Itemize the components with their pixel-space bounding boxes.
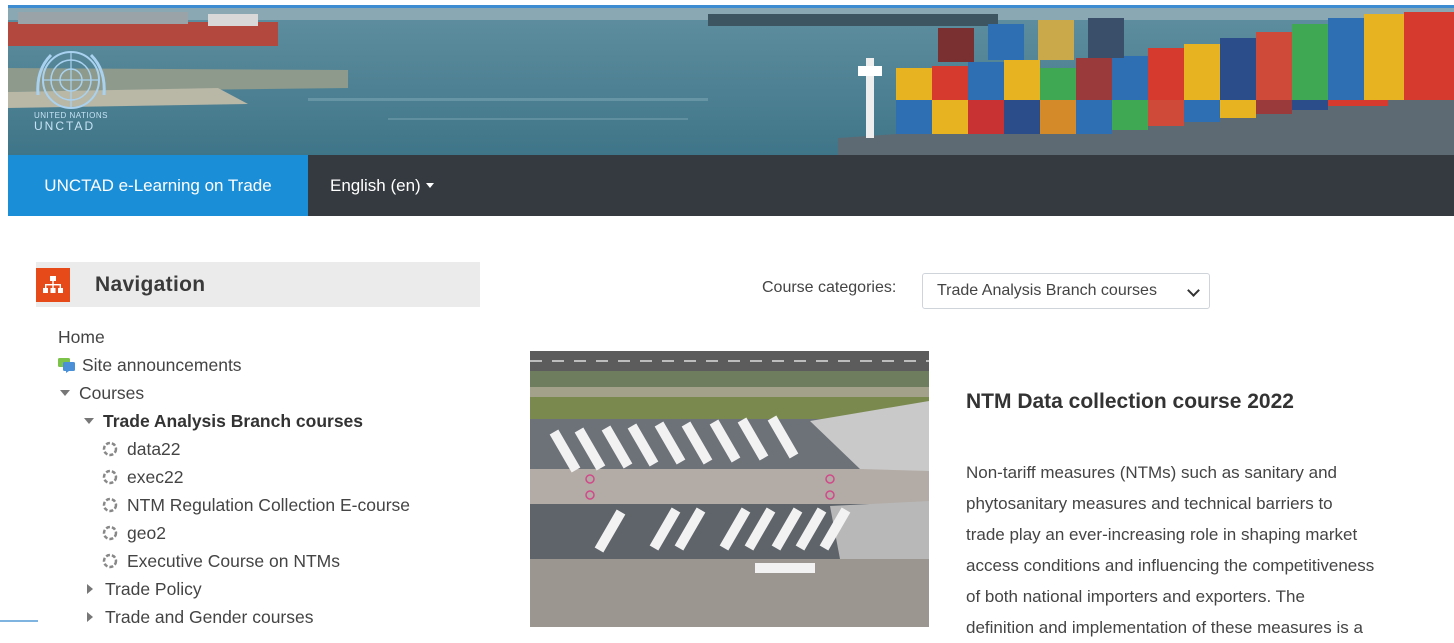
nav-home-link[interactable]: Home xyxy=(58,325,105,349)
logo-line-2: UNCTAD xyxy=(34,119,96,133)
language-menu[interactable]: English (en) xyxy=(330,155,434,216)
header-banner xyxy=(8,8,1454,155)
caret-down-icon xyxy=(425,183,434,188)
course-item-label: geo2 xyxy=(127,522,166,543)
language-label: English (en) xyxy=(330,175,421,195)
nav-course-item[interactable]: exec22 xyxy=(102,465,183,489)
nav-category-trade-analysis[interactable]: Trade Analysis Branch courses xyxy=(84,409,363,433)
course-icon xyxy=(102,525,118,541)
site-brand-link[interactable]: UNCTAD e-Learning on Trade xyxy=(8,155,308,216)
sitemap-icon xyxy=(36,267,70,302)
course-categories-select[interactable]: Trade Analysis Branch courses xyxy=(922,273,1210,309)
expanded-arrow-icon xyxy=(84,418,94,424)
page-edge-accent xyxy=(0,620,38,622)
course-description-line: definition and implementation of these m… xyxy=(966,618,1363,637)
navigation-title: Navigation xyxy=(95,272,206,296)
chevron-down-icon xyxy=(1187,284,1200,297)
nav-category-trade-gender[interactable]: Trade and Gender courses xyxy=(87,605,314,629)
nav-site-announcements[interactable]: Site announcements xyxy=(58,353,242,377)
courses-label: Courses xyxy=(79,382,145,403)
course-item-label: exec22 xyxy=(127,466,184,487)
nav-category-trade-policy[interactable]: Trade Policy xyxy=(87,577,202,601)
course-icon xyxy=(102,553,118,569)
top-strip xyxy=(0,0,1454,8)
course-description-line: Non-tariff measures (NTMs) such as sanit… xyxy=(966,463,1337,482)
course-description-line: access conditions and influencing the co… xyxy=(966,556,1375,575)
course-description-line: phytosanitary measures and technical bar… xyxy=(966,494,1333,513)
navigation-block-header: Navigation xyxy=(36,262,480,307)
course-icon xyxy=(102,469,118,485)
nav-course-item[interactable]: geo2 xyxy=(102,521,166,545)
brand-label: UNCTAD e-Learning on Trade xyxy=(44,175,272,195)
un-logo-text: UNITED NATIONS UNCTAD xyxy=(34,111,108,133)
selected-category: Trade Analysis Branch courses xyxy=(937,282,1157,299)
collapsed-arrow-icon xyxy=(87,584,93,594)
course-title-link[interactable]: NTM Data collection course 2022 xyxy=(966,390,1294,414)
course-item-label: NTM Regulation Collection E-course xyxy=(127,494,411,515)
nav-course-item[interactable]: Executive Course on NTMs xyxy=(102,549,340,573)
course-item-label: data22 xyxy=(127,438,181,459)
nav-courses[interactable]: Courses xyxy=(60,381,144,405)
course-icon xyxy=(102,497,118,513)
nav-course-item[interactable]: data22 xyxy=(102,437,181,461)
collapsed-arrow-icon xyxy=(87,612,93,622)
course-description-line: of both national importers and exporters… xyxy=(966,587,1305,606)
course-image[interactable] xyxy=(530,351,929,627)
course-categories-label: Course categories: xyxy=(762,279,897,296)
category-label: Trade Policy xyxy=(105,578,202,599)
forum-icon xyxy=(58,358,75,373)
site-announcements-label: Site announcements xyxy=(82,354,242,375)
top-navbar: UNCTAD e-Learning on Trade English (en) xyxy=(8,155,1454,216)
course-item-label: Executive Course on NTMs xyxy=(127,550,340,571)
nav-course-item[interactable]: NTM Regulation Collection E-course xyxy=(102,493,410,517)
category-label: Trade and Gender courses xyxy=(105,606,314,627)
expanded-arrow-icon xyxy=(60,390,70,396)
category-label: Trade Analysis Branch courses xyxy=(103,410,364,431)
course-description: Non-tariff measures (NTMs) such as sanit… xyxy=(966,457,1436,643)
course-description-line: trade play an ever-increasing role in sh… xyxy=(966,525,1358,544)
course-icon xyxy=(102,441,118,457)
